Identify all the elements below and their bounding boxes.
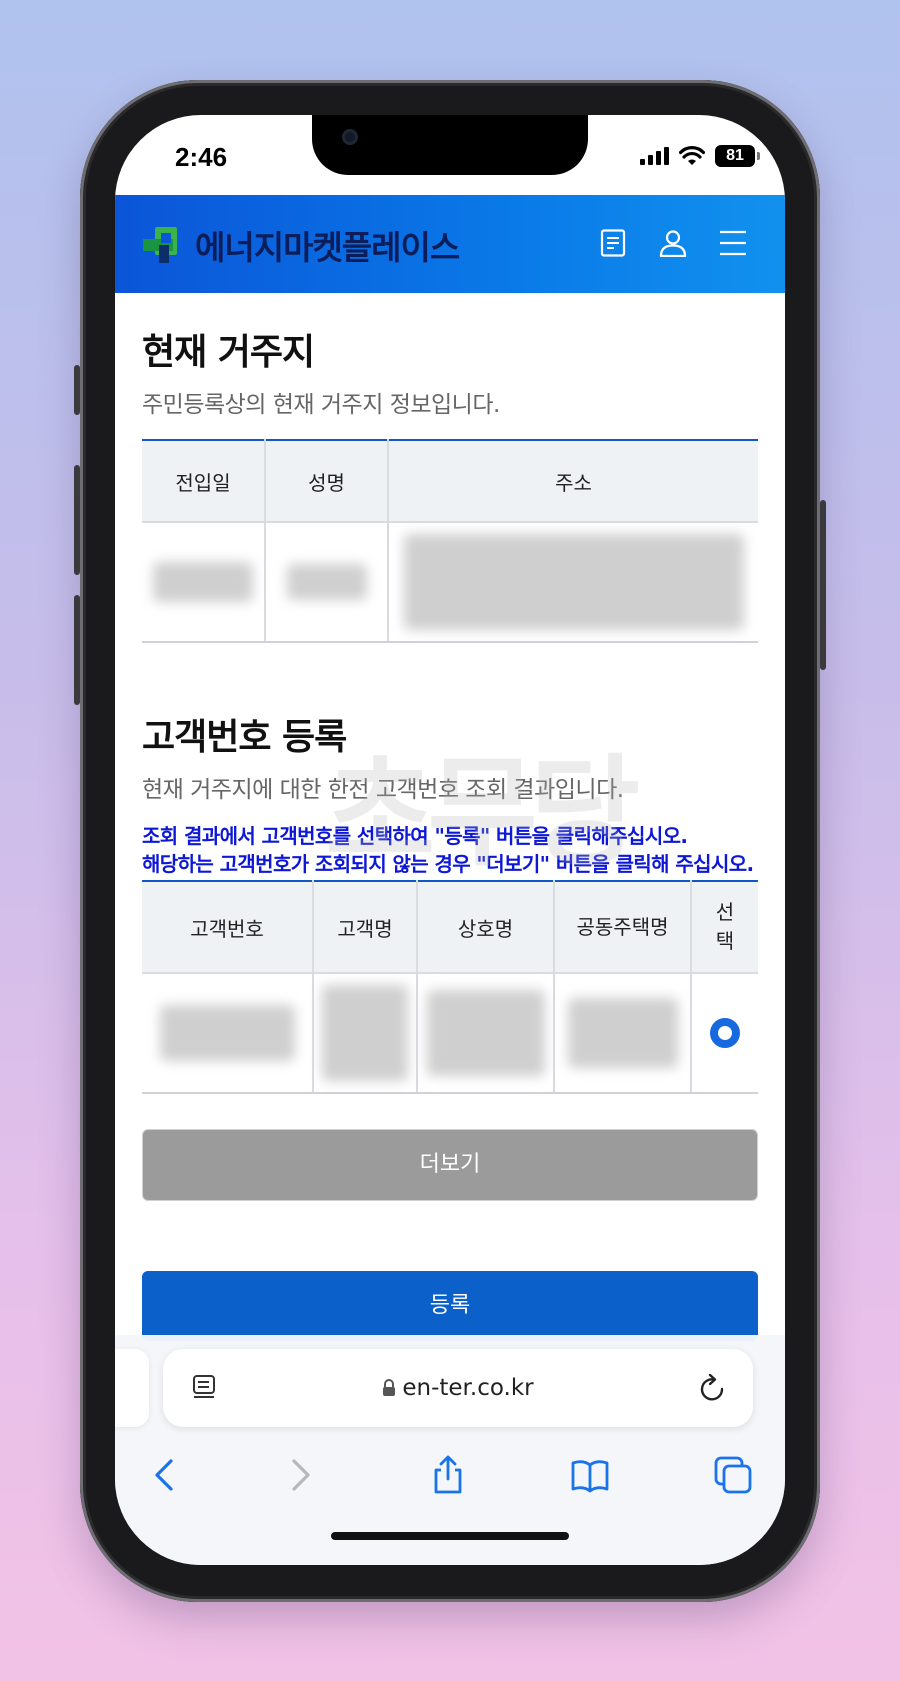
volume-up-button	[74, 465, 80, 575]
column-header: 공동주택명	[554, 881, 692, 974]
status-time: 2:46	[175, 142, 228, 172]
browser-nav-bar	[115, 1435, 785, 1515]
logo-mark-icon	[143, 225, 185, 265]
redacted-customer-number	[142, 973, 314, 1094]
bookmarks-icon[interactable]	[570, 1455, 610, 1495]
logo-text: 에너지마켓플레이스	[195, 228, 460, 267]
user-icon[interactable]	[659, 229, 687, 258]
register-button[interactable]: 등록	[142, 1271, 758, 1341]
battery-icon: 81	[715, 145, 760, 167]
mute-switch	[74, 365, 80, 415]
watermark: 초무당	[325, 744, 640, 883]
logo[interactable]: 에너지마켓플레이스	[143, 221, 460, 269]
redacted-apartment-name	[554, 973, 692, 1094]
forward-icon[interactable]	[280, 1455, 320, 1495]
back-icon[interactable]	[145, 1455, 185, 1495]
redacted-customer-name	[313, 973, 418, 1094]
phone-screen: 2:46 81 에너지마켓플레이스 초무당 현재 거주지 주민등록상의 현재 거…	[115, 115, 785, 1565]
residence-table: 전입일 성명 주소	[142, 439, 758, 643]
status-icons: 81	[640, 145, 760, 167]
menu-icon[interactable]	[719, 229, 747, 257]
column-header: 상호명	[417, 881, 555, 974]
wifi-icon	[679, 146, 705, 165]
camera-icon	[342, 129, 358, 145]
power-button	[820, 500, 826, 670]
url-label: en-ter.co.kr	[402, 1375, 534, 1401]
column-header: 주소	[388, 440, 758, 523]
column-header: 선택	[691, 881, 758, 974]
column-header: 고객명	[313, 881, 418, 974]
redacted-address	[388, 522, 758, 643]
address-bar[interactable]: en-ter.co.kr	[163, 1349, 753, 1427]
cellular-signal-icon	[640, 147, 669, 165]
table-header-row: 고객번호 고객명 상호명 공동주택명 선택	[142, 881, 758, 974]
redacted-name	[265, 522, 389, 643]
tabs-icon[interactable]	[713, 1455, 753, 1495]
notch	[312, 115, 588, 175]
browser-toolbar: en-ter.co.kr	[115, 1335, 785, 1565]
lock-icon	[383, 1379, 396, 1396]
volume-down-button	[74, 595, 80, 705]
column-header: 전입일	[142, 440, 266, 523]
reload-icon[interactable]	[697, 1372, 727, 1404]
table-row[interactable]	[142, 973, 758, 1094]
customer-table: 고객번호 고객명 상호명 공동주택명 선택	[142, 880, 758, 1094]
residence-subtitle: 주민등록상의 현재 거주지 정보입니다.	[142, 392, 500, 418]
table-row	[142, 522, 758, 643]
select-radio[interactable]	[710, 1018, 740, 1048]
app-header: 에너지마켓플레이스	[115, 195, 785, 293]
share-icon[interactable]	[428, 1455, 468, 1495]
redacted-business-name	[417, 973, 555, 1094]
document-icon[interactable]	[599, 229, 627, 257]
column-header: 성명	[265, 440, 389, 523]
more-button[interactable]: 더보기	[142, 1129, 758, 1201]
header-actions	[599, 229, 747, 258]
table-header-row: 전입일 성명 주소	[142, 440, 758, 523]
previous-tab-preview[interactable]	[115, 1349, 149, 1427]
redacted-move-in-date	[142, 522, 266, 643]
column-header: 고객번호	[142, 881, 314, 974]
home-indicator	[331, 1532, 569, 1540]
url-text[interactable]: en-ter.co.kr	[163, 1349, 753, 1427]
select-cell	[691, 973, 758, 1094]
residence-title: 현재 거주지	[142, 332, 315, 373]
